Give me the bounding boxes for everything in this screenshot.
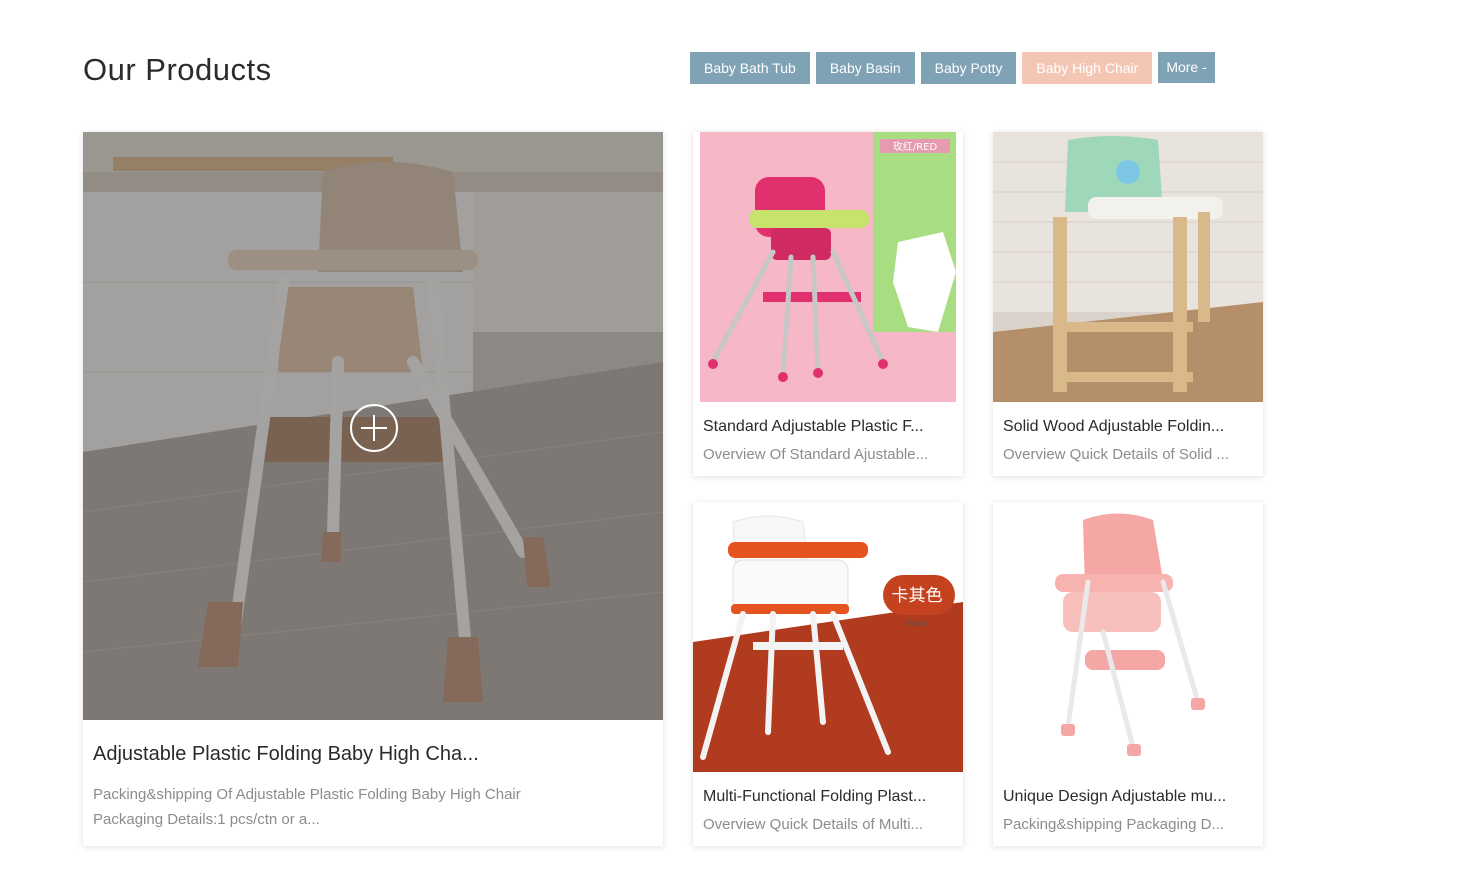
product-image[interactable] [993,502,1263,772]
product-badge-sub: khaki [904,619,925,628]
product-description: Overview Quick Details of Solid ... [1003,446,1229,463]
featured-product-description: Packing&shipping Of Adjustable Plastic F… [93,782,583,832]
product-card[interactable]: Solid Wood Adjustable Foldin... Overview… [993,132,1263,476]
featured-desc-line-1: Packing&shipping Of Adjustable Plastic F… [93,786,521,803]
product-title[interactable]: Solid Wood Adjustable Foldin... [1003,418,1253,436]
product-badge: 卡其色 [892,586,943,606]
featured-product-image[interactable] [83,132,663,720]
product-title[interactable]: Standard Adjustable Plastic F... [703,418,953,436]
tab-baby-high-chair[interactable]: Baby High Chair [1022,52,1153,84]
category-tabs: Baby Bath Tub Baby Basin Baby Potty Baby… [690,52,1215,84]
product-description: Overview Of Standard Ajustable... [703,446,929,463]
product-badge: 玫红/RED [893,140,938,153]
featured-product-title[interactable]: Adjustable Plastic Folding Baby High Cha… [93,743,513,766]
product-card[interactable]: 卡其色 khaki Multi-Functional Folding Plast… [693,502,963,846]
featured-product-card[interactable]: Adjustable Plastic Folding Baby High Cha… [83,132,663,846]
product-title[interactable]: Unique Design Adjustable mu... [1003,788,1253,806]
product-card[interactable]: Unique Design Adjustable mu... Packing&s… [993,502,1263,846]
tab-baby-potty[interactable]: Baby Potty [920,52,1017,84]
featured-desc-line-2: Packaging Details:1 pcs/ctn or a... [93,811,320,828]
zoom-plus-icon[interactable] [350,404,398,452]
product-title[interactable]: Multi-Functional Folding Plast... [703,788,953,806]
section-title: Our Products [83,52,272,87]
product-image[interactable]: 卡其色 khaki [693,502,963,772]
product-image[interactable] [993,132,1263,402]
product-description: Overview Quick Details of Multi... [703,816,924,833]
tab-baby-basin[interactable]: Baby Basin [815,52,915,84]
tab-baby-bath-tub[interactable]: Baby Bath Tub [690,52,810,84]
product-image[interactable]: 玫红/RED [693,132,963,402]
tab-more[interactable]: More - [1158,52,1215,83]
product-card[interactable]: 玫红/RED Standard Adjustable Plastic F... … [693,132,963,476]
product-description: Packing&shipping Packaging D... [1003,816,1224,833]
